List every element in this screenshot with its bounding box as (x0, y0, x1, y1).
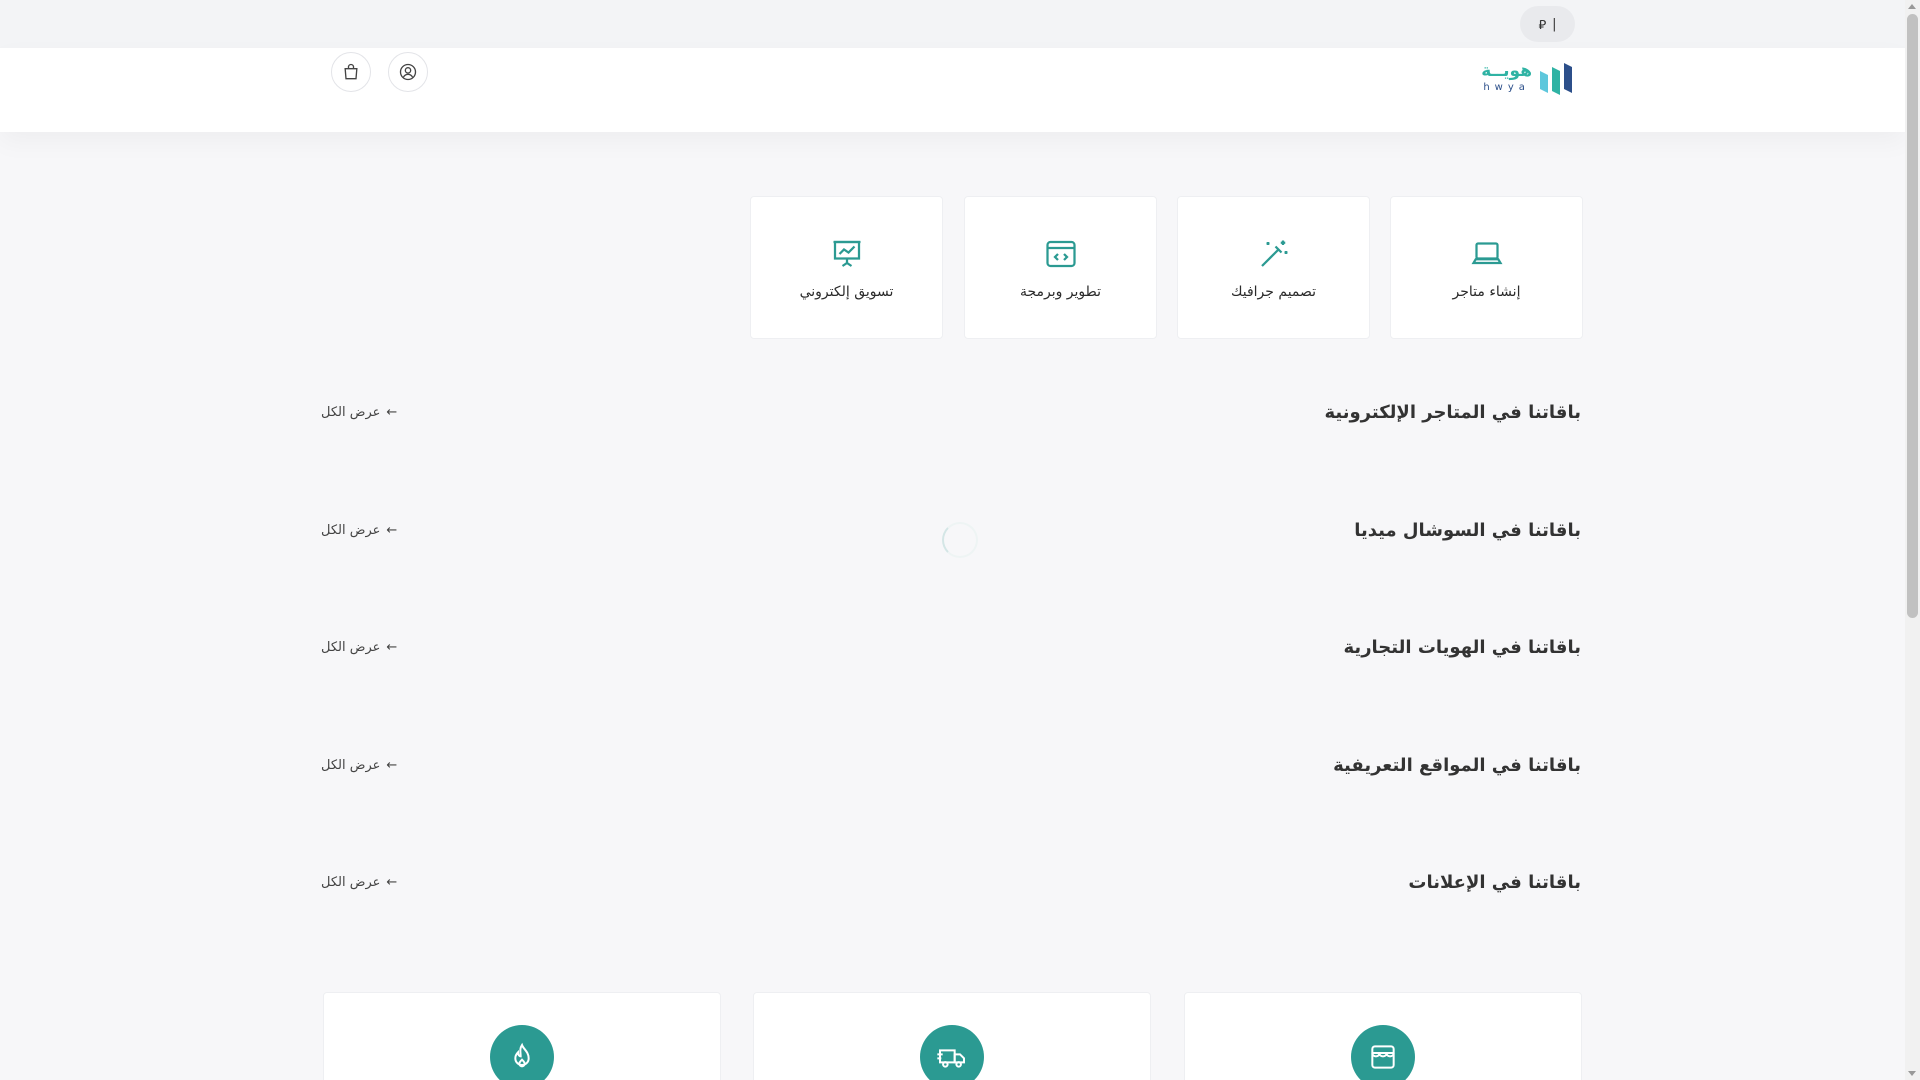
top-bar: | ⃁ (0, 0, 1905, 48)
arrow-left-icon: ← (386, 875, 398, 890)
currency-symbol: ⃁ (1538, 17, 1547, 33)
feature-card (753, 992, 1151, 1080)
feature-icon-circle (1351, 1025, 1415, 1080)
store-icon (1371, 1045, 1395, 1069)
scroll-up-arrow-icon[interactable] (1908, 4, 1916, 9)
delivery-truck-icon (937, 1049, 965, 1068)
cart-button[interactable] (331, 52, 371, 92)
site-header: هويــة hwya (0, 48, 1905, 132)
section-title-stores: باقاتنا في المتاجر الإلكترونية (1324, 402, 1581, 423)
category-label: تسويق إلكتروني (799, 283, 894, 300)
category-label: تطوير وبرمجة (1019, 283, 1102, 300)
view-all-link[interactable]: عرض الكل ← (321, 523, 397, 538)
magic-wand-icon (1260, 240, 1287, 267)
category-card-marketing[interactable]: تسويق إلكتروني (750, 196, 943, 339)
view-all-label: عرض الكل (321, 875, 381, 890)
logo-mark-icon (1540, 63, 1572, 95)
presentation-chart-icon (833, 240, 860, 267)
currency-switcher[interactable]: | ⃁ (1520, 6, 1575, 42)
logo-wordmark: هويــة hwya (1481, 63, 1532, 93)
flame-icon (514, 1042, 530, 1068)
section-title-ads: باقاتنا في الإعلانات (1408, 872, 1581, 893)
category-label: تصميم جرافيك (1230, 283, 1317, 300)
logo-latin: hwya (1483, 82, 1530, 93)
arrow-left-icon: ← (386, 640, 398, 655)
view-all-label: عرض الكل (321, 758, 381, 773)
category-card-development[interactable]: تطوير وبرمجة (964, 196, 1157, 339)
view-all-link[interactable]: عرض الكل ← (321, 875, 397, 890)
view-all-link[interactable]: عرض الكل ← (321, 758, 397, 773)
loading-spinner (942, 522, 978, 558)
arrow-left-icon: ← (386, 405, 398, 420)
view-all-label: عرض الكل (321, 523, 381, 538)
shopping-bag-icon (344, 63, 358, 80)
scroll-thumb[interactable] (1907, 14, 1918, 618)
logo-arabic: هويــة (1481, 61, 1532, 81)
view-all-label: عرض الكل (321, 640, 381, 655)
section-title-websites: باقاتنا في المواقع التعريفية (1333, 755, 1581, 776)
vertical-scrollbar[interactable] (1905, 0, 1920, 1080)
view-all-link[interactable]: عرض الكل ← (321, 640, 397, 655)
user-circle-icon (399, 63, 417, 81)
account-button[interactable] (388, 52, 428, 92)
arrow-left-icon: ← (386, 523, 398, 538)
divider: | (1552, 16, 1557, 32)
code-window-icon (1045, 240, 1076, 267)
arrow-left-icon: ← (386, 758, 398, 773)
feature-icon-circle (920, 1025, 984, 1080)
category-label: إنشاء متاجر (1452, 283, 1521, 300)
feature-card (1184, 992, 1582, 1080)
laptop-icon (1471, 241, 1502, 264)
section-title-brand-identity: باقاتنا في الهويات التجارية (1343, 637, 1581, 658)
scroll-down-arrow-icon[interactable] (1908, 1071, 1916, 1076)
view-all-label: عرض الكل (321, 405, 381, 420)
view-all-link[interactable]: عرض الكل ← (321, 405, 397, 420)
category-card-graphic-design[interactable]: تصميم جرافيك (1177, 196, 1370, 339)
category-card-stores[interactable]: إنشاء متاجر (1390, 196, 1583, 339)
section-title-social-media: باقاتنا في السوشال ميديا (1354, 520, 1581, 541)
feature-card (323, 992, 721, 1080)
logo[interactable]: هويــة hwya (1478, 54, 1578, 102)
feature-icon-circle (490, 1025, 554, 1080)
